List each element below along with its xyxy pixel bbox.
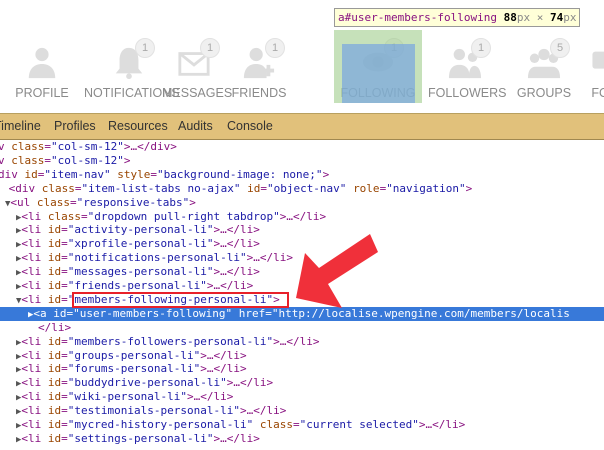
red-arrow-annotation <box>296 234 378 308</box>
